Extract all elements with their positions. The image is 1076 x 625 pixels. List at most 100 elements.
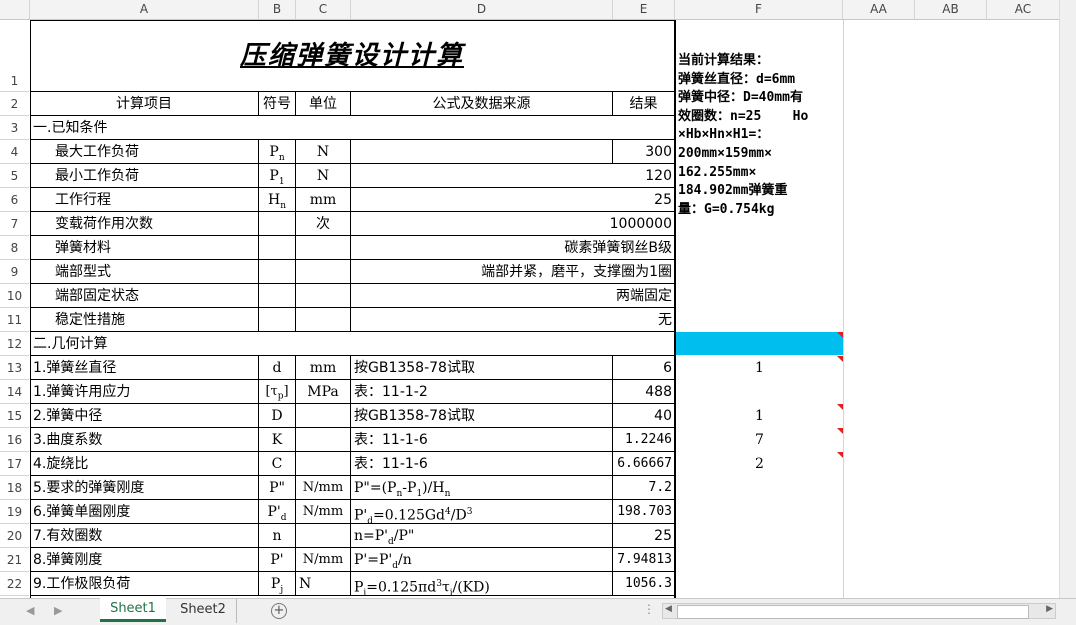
calc-formula[interactable]: 表：11-1-6 xyxy=(351,428,613,452)
known-item[interactable]: 工作行程 xyxy=(30,188,259,212)
calc-formula[interactable]: 按GB1358-78试取 xyxy=(351,356,613,380)
known-value[interactable]: 120 xyxy=(351,164,675,188)
row-header-1[interactable]: 1 xyxy=(0,20,29,92)
row-header-20[interactable]: 20 xyxy=(0,524,29,548)
tab-sheet1[interactable]: Sheet1 xyxy=(100,598,166,622)
known-item[interactable]: 最大工作负荷 xyxy=(30,140,259,164)
calc-formula[interactable]: n=P'd/P" xyxy=(351,524,613,548)
known-value[interactable]: 无 xyxy=(351,308,675,332)
known-item[interactable]: 变载荷作用次数 xyxy=(30,212,259,236)
column-header-B[interactable]: B xyxy=(259,0,296,19)
known-symbol[interactable] xyxy=(259,308,296,332)
known-unit[interactable]: N xyxy=(296,140,351,164)
f-value[interactable]: 1 xyxy=(676,404,843,428)
scroll-right-icon[interactable]: ▶ xyxy=(1046,604,1053,614)
calc-value[interactable]: 1056.3 xyxy=(613,572,675,596)
calc-value[interactable]: 198.703 xyxy=(613,500,675,524)
calc-symbol[interactable]: D xyxy=(259,404,296,428)
calc-item[interactable]: 8.弹簧刚度 xyxy=(30,548,259,572)
calc-unit[interactable] xyxy=(296,524,351,548)
calc-item[interactable]: 6.弹簧单圈刚度 xyxy=(30,500,259,524)
tab-next-icon[interactable]: ▶ xyxy=(54,604,62,617)
known-symbol[interactable] xyxy=(259,260,296,284)
column-header-C[interactable]: C xyxy=(296,0,351,19)
known-unit[interactable]: N xyxy=(296,164,351,188)
known-item[interactable]: 端部型式 xyxy=(30,260,259,284)
known-value[interactable]: 1000000 xyxy=(351,212,675,236)
row-header-19[interactable]: 19 xyxy=(0,500,29,524)
calc-item[interactable]: 4.旋绕比 xyxy=(30,452,259,476)
row-header-13[interactable]: 13 xyxy=(0,356,29,380)
section-known-conditions[interactable]: 一.已知条件 xyxy=(30,116,675,140)
known-value[interactable]: 300 xyxy=(351,140,675,164)
f-value[interactable]: 2 xyxy=(676,452,843,476)
row-header-6[interactable]: 6 xyxy=(0,188,29,212)
known-symbol[interactable] xyxy=(259,212,296,236)
row-header-10[interactable]: 10 xyxy=(0,284,29,308)
f-value[interactable]: 7 xyxy=(676,428,843,452)
calc-formula[interactable]: 表：11-1-2 xyxy=(351,380,613,404)
row-header-3[interactable]: 3 xyxy=(0,116,29,140)
row-header-2[interactable]: 2 xyxy=(0,92,29,116)
calc-value[interactable]: 25 xyxy=(613,524,675,548)
known-value[interactable]: 两端固定 xyxy=(351,284,675,308)
known-value[interactable]: 端部并紧，磨平，支撑圈为1圈 xyxy=(351,260,675,284)
vertical-scrollbar[interactable] xyxy=(1059,0,1076,598)
calc-unit[interactable]: N/mm xyxy=(296,500,351,524)
calc-item[interactable]: 1.弹簧丝直径 xyxy=(30,356,259,380)
row-header-21[interactable]: 21 xyxy=(0,548,29,572)
calc-symbol[interactable]: K xyxy=(259,428,296,452)
known-symbol[interactable] xyxy=(259,236,296,260)
calc-value[interactable]: 6.66667 xyxy=(613,452,675,476)
calc-item[interactable]: 7.有效圈数 xyxy=(30,524,259,548)
header-result[interactable]: 结果 xyxy=(613,92,675,116)
row-header-5[interactable]: 5 xyxy=(0,164,29,188)
calc-value[interactable]: 1.2246 xyxy=(613,428,675,452)
known-item[interactable]: 稳定性措施 xyxy=(30,308,259,332)
calc-value[interactable]: 7.94813 xyxy=(613,548,675,572)
known-value[interactable]: 25 xyxy=(351,188,675,212)
row-header-22[interactable]: 22 xyxy=(0,572,29,596)
calc-unit[interactable]: N/mm xyxy=(296,476,351,500)
header-formula[interactable]: 公式及数据来源 xyxy=(351,92,613,116)
calc-value[interactable]: 7.2 xyxy=(613,476,675,500)
known-symbol[interactable]: Hn xyxy=(259,188,296,212)
known-symbol[interactable]: P1 xyxy=(259,164,296,188)
column-header-AC[interactable]: AC xyxy=(987,0,1060,19)
known-item[interactable]: 弹簧材料 xyxy=(30,236,259,260)
row-header-18[interactable]: 18 xyxy=(0,476,29,500)
calc-value[interactable]: 488 xyxy=(613,380,675,404)
row-header-8[interactable]: 8 xyxy=(0,236,29,260)
calc-unit[interactable] xyxy=(296,452,351,476)
highlight-cell-F12[interactable] xyxy=(676,332,843,355)
result-text-block[interactable]: 当前计算结果： 弹簧丝直径：d=6mm 弹簧中径：D=40mm有 效圈数：n=2… xyxy=(678,52,878,219)
row-header-12[interactable]: 12 xyxy=(0,332,29,356)
calc-unit[interactable]: N/mm xyxy=(296,548,351,572)
calc-item[interactable]: 1.弹簧许用应力 xyxy=(30,380,259,404)
row-header-15[interactable]: 15 xyxy=(0,404,29,428)
column-header-A[interactable]: A xyxy=(30,0,259,19)
calc-symbol[interactable]: P" xyxy=(259,476,296,500)
calc-item[interactable]: 5.要求的弹簧刚度 xyxy=(30,476,259,500)
calc-formula[interactable]: P'=P'd/n xyxy=(351,548,613,572)
column-header-D[interactable]: D xyxy=(351,0,613,19)
row-header-16[interactable]: 16 xyxy=(0,428,29,452)
calc-symbol[interactable]: n xyxy=(259,524,296,548)
calc-formula[interactable]: P"=(Pn-P1)/Hn xyxy=(351,476,613,500)
known-unit[interactable] xyxy=(296,308,351,332)
row-header-4[interactable]: 4 xyxy=(0,140,29,164)
calc-formula[interactable]: P'd=0.125Gd4/D3 xyxy=(351,500,613,524)
known-unit[interactable]: 次 xyxy=(296,212,351,236)
calc-symbol[interactable]: C xyxy=(259,452,296,476)
header-unit[interactable]: 单位 xyxy=(296,92,351,116)
calc-symbol[interactable]: P'd xyxy=(259,500,296,524)
calc-symbol[interactable]: [τp] xyxy=(259,380,296,404)
calc-item[interactable]: 2.弹簧中径 xyxy=(30,404,259,428)
known-symbol[interactable] xyxy=(259,284,296,308)
header-item[interactable]: 计算项目 xyxy=(30,92,259,116)
known-item[interactable]: 最小工作负荷 xyxy=(30,164,259,188)
column-header-AB[interactable]: AB xyxy=(915,0,987,19)
calc-unit[interactable]: mm xyxy=(296,356,351,380)
row-header-11[interactable]: 11 xyxy=(0,308,29,332)
calc-unit[interactable]: MPa xyxy=(296,380,351,404)
